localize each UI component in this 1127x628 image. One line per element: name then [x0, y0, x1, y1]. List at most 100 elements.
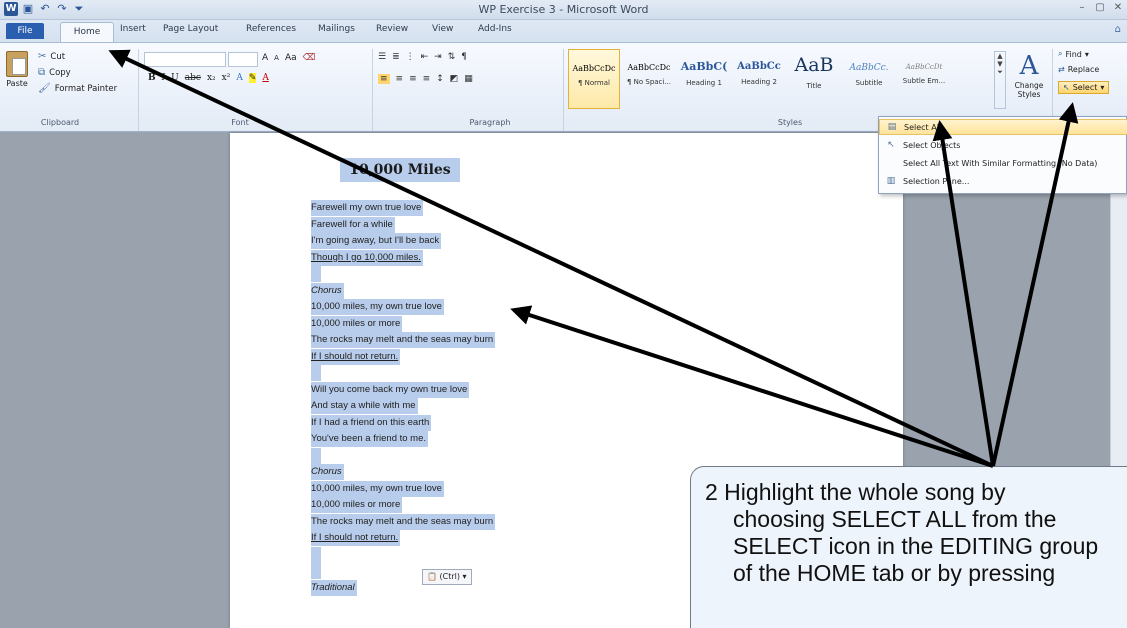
replace-button[interactable]: ⇄ Replace — [1058, 65, 1099, 74]
format-painter-button[interactable]: 🖌 Format Painter — [38, 83, 117, 94]
tab-page-layout[interactable]: Page Layout — [163, 24, 218, 34]
window-controls: – ▢ ✕ — [1075, 2, 1125, 13]
show-marks-icon[interactable]: ¶ — [461, 52, 467, 62]
maximize-icon[interactable]: ▢ — [1093, 2, 1107, 13]
song-line: You've been a friend to me. — [311, 431, 429, 447]
chevron-down-icon: ▾ — [1084, 49, 1089, 59]
decrease-indent-icon[interactable]: ⇤ — [421, 52, 429, 62]
cut-button[interactable]: ✂ Cut — [38, 51, 65, 62]
find-button[interactable]: ⌕ Find ▾ — [1058, 49, 1089, 59]
align-right-icon[interactable]: ≡ — [409, 74, 417, 84]
clipboard-icon: 📋 — [427, 572, 437, 581]
song-line: Traditional — [311, 579, 357, 596]
tab-file[interactable]: File — [6, 23, 44, 39]
shading-icon[interactable]: ◩ — [450, 74, 459, 84]
styles-gallery-scroll[interactable]: ▲ ▼ ⏷ — [994, 51, 1006, 109]
select-button[interactable]: ↖ Select ▾ — [1058, 81, 1110, 94]
separator — [138, 49, 139, 131]
style-heading-1[interactable]: AaBbC( Heading 1 — [678, 49, 730, 109]
multilevel-list-icon[interactable]: ⋮ — [406, 52, 415, 62]
tab-insert[interactable]: Insert — [120, 24, 146, 34]
song-line: Chorus — [311, 464, 344, 480]
tab-review[interactable]: Review — [376, 24, 408, 34]
tab-view[interactable]: View — [432, 24, 453, 34]
menu-item-select-all[interactable]: ▤ Select All — [879, 119, 1127, 135]
bold-button[interactable]: B — [148, 73, 156, 83]
superscript-button[interactable]: x² — [222, 73, 231, 83]
style-subtitle[interactable]: AaBbCc. Subtitle — [843, 49, 895, 109]
grow-font-button[interactable]: A — [262, 53, 268, 63]
shrink-font-button[interactable]: A — [274, 54, 279, 62]
numbering-icon[interactable]: ≣ — [392, 52, 400, 62]
subscript-button[interactable]: x₂ — [207, 73, 216, 83]
paragraph-row-1: ☰ ≣ ⋮ ⇤ ⇥ ⇅ ¶ — [378, 52, 467, 62]
song-title: 10,000 Miles — [340, 158, 460, 182]
align-left-icon[interactable]: ≡ — [378, 74, 390, 84]
strikethrough-icon[interactable]: abc — [185, 73, 201, 83]
copy-icon: ⧉ — [38, 67, 46, 78]
song-line: The rocks may melt and the seas may burn — [311, 513, 496, 530]
song-line: If I had a friend on this earth — [311, 414, 432, 431]
blank-line — [311, 447, 321, 464]
font-size-input[interactable] — [228, 52, 258, 67]
help-icon[interactable]: ⌂ — [1115, 24, 1121, 35]
font-name-input[interactable] — [144, 52, 226, 67]
style-heading-2[interactable]: AaBbCc Heading 2 — [733, 49, 785, 109]
style-subtle-emphasis[interactable]: AaBbCcDt Subtle Em... — [898, 49, 950, 109]
highlight-icon[interactable]: ✎ — [248, 73, 257, 83]
song-line: Chorus — [311, 282, 344, 299]
clear-formatting-icon[interactable]: ⌫ — [303, 53, 316, 63]
separator — [372, 49, 373, 131]
change-case-button[interactable]: Aa — [285, 53, 297, 63]
bullets-icon[interactable]: ☰ — [378, 52, 386, 62]
close-icon[interactable]: ✕ — [1111, 2, 1125, 13]
tab-mailings[interactable]: Mailings — [318, 24, 355, 34]
text-effects-icon[interactable]: A — [236, 73, 243, 83]
font-color-icon[interactable]: A — [262, 73, 269, 83]
song-line: 10,000 miles or more — [311, 497, 403, 513]
paragraph-row-2: ≡ ≡ ≡ ≡ ↕ ◩ ▦ — [378, 74, 473, 84]
brush-icon: 🖌 — [38, 83, 51, 94]
selection-pane-icon: ▥ — [886, 176, 896, 186]
increase-indent-icon[interactable]: ⇥ — [434, 52, 442, 62]
select-all-icon: ▤ — [887, 122, 897, 132]
clipboard-group-label: Clipboard — [40, 118, 80, 127]
song-line: If I should not return. — [311, 348, 401, 365]
paste-button[interactable]: Paste — [4, 51, 30, 109]
tab-home[interactable]: Home — [60, 22, 114, 43]
underline-button[interactable]: U — [171, 73, 179, 83]
instruction-callout: 2 Highlight the whole song by choosing S… — [690, 466, 1127, 628]
song-line: Farewell for a while — [311, 216, 395, 233]
styles-group-label: Styles — [777, 118, 803, 127]
align-center-icon[interactable]: ≡ — [396, 74, 404, 84]
sort-icon[interactable]: ⇅ — [448, 52, 456, 62]
binoculars-icon: ⌕ — [1058, 49, 1063, 58]
clipboard-icon — [6, 51, 28, 77]
line-spacing-icon[interactable]: ↕ — [436, 74, 444, 84]
title-bar: W ▣ ↶ ↷ ⏷ WP Exercise 3 - Microsoft Word… — [0, 0, 1127, 20]
song-line: The rocks may melt and the seas may burn — [311, 332, 496, 348]
change-styles-button[interactable]: A Change Styles — [1012, 51, 1046, 99]
tab-references[interactable]: References — [246, 24, 296, 34]
paragraph-group-label: Paragraph — [469, 118, 511, 127]
italic-button[interactable]: I — [162, 73, 166, 83]
style-title[interactable]: AaB Title — [788, 49, 840, 109]
minimize-icon[interactable]: – — [1075, 2, 1089, 13]
chevron-down-icon: ▾ — [1100, 83, 1105, 92]
menu-item-select-objects[interactable]: ↖ Select Objects — [879, 137, 1127, 153]
borders-icon[interactable]: ▦ — [464, 74, 473, 84]
copy-button[interactable]: ⧉ Copy — [38, 67, 71, 78]
style-no-spacing[interactable]: AaBbCcDc ¶ No Spaci... — [623, 49, 675, 109]
style-normal[interactable]: AaBbCcDc ¶ Normal — [568, 49, 620, 109]
song-line: 10,000 miles or more — [311, 315, 403, 332]
ribbon-tabs: File Home Insert Page Layout References … — [0, 20, 1127, 43]
arrow-icon: ↖ — [887, 140, 895, 150]
tab-add-ins[interactable]: Add-Ins — [478, 24, 512, 34]
justify-icon[interactable]: ≡ — [423, 74, 431, 84]
menu-item-select-similar[interactable]: Select All Text With Similar Formatting … — [879, 155, 1127, 171]
font-format-row: B I U abc x₂ x² A ✎ A — [148, 73, 269, 83]
song-line: Farewell my own true love — [311, 200, 424, 216]
replace-icon: ⇄ — [1058, 65, 1065, 74]
paste-options-button[interactable]: 📋 (Ctrl) ▾ — [422, 569, 472, 585]
menu-item-selection-pane[interactable]: ▥ Selection Pane... — [879, 173, 1127, 189]
